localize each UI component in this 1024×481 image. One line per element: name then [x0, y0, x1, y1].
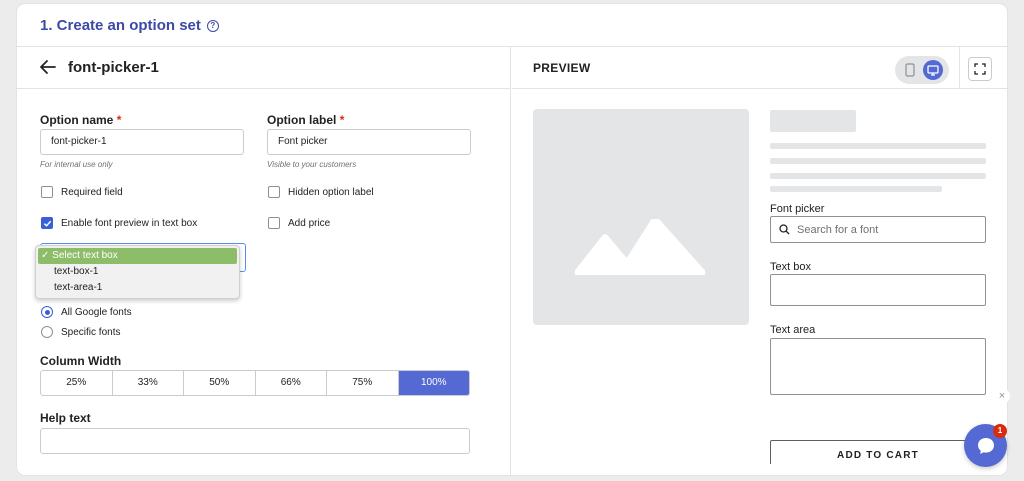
column-width-66[interactable]: 66% [256, 371, 327, 395]
font-picker-label: Font picker [770, 203, 825, 215]
text-box-input[interactable] [770, 274, 986, 306]
header-divider [959, 47, 960, 89]
preview-canvas: Font picker Search for a font Text box T… [512, 89, 1007, 464]
dropdown-option[interactable]: text-box-1 [38, 264, 237, 280]
text-skeleton [770, 143, 986, 149]
dropdown-option[interactable]: text-area-1 [38, 280, 237, 296]
help-text-input[interactable] [40, 428, 470, 454]
mobile-icon[interactable] [902, 62, 918, 78]
option-name-hint: For internal use only [40, 160, 113, 169]
text-skeleton [770, 158, 986, 164]
option-name-input[interactable]: font-picker-1 [40, 129, 244, 155]
option-label-hint: Visible to your customers [267, 160, 357, 169]
section-header: 1. Create an option set ? [17, 4, 1007, 47]
option-set-name: font-picker-1 [68, 59, 159, 76]
chat-close-icon[interactable]: × [994, 388, 1010, 404]
all-google-fonts-radio[interactable]: All Google fonts [41, 306, 132, 318]
hidden-option-label-checkbox[interactable]: Hidden option label [268, 186, 374, 198]
section-title: 1. Create an option set ? [40, 17, 219, 34]
device-toggle [895, 56, 949, 84]
column-width-33[interactable]: 33% [113, 371, 184, 395]
column-width-label: Column Width [40, 354, 122, 368]
font-search-input[interactable]: Search for a font [770, 216, 986, 243]
column-width-75[interactable]: 75% [327, 371, 399, 395]
option-label-input[interactable]: Font picker [267, 129, 471, 155]
required-field-checkbox[interactable]: Required field [41, 186, 123, 198]
checkbox-icon[interactable] [268, 186, 280, 198]
title-skeleton [770, 110, 856, 132]
add-to-cart-button[interactable]: ADD TO CART [770, 440, 986, 464]
specific-fonts-radio[interactable]: Specific fonts [41, 326, 120, 338]
preview-pane: PREVIEW Font picker Search for a font Te… [512, 47, 1007, 475]
checkbox-checked-icon[interactable] [41, 217, 53, 229]
product-image-placeholder [533, 109, 749, 325]
column-width-group: 25% 33% 50% 66% 75% 100% [40, 370, 470, 396]
fullscreen-icon[interactable] [968, 57, 992, 81]
chat-notification-badge: 1 [993, 424, 1007, 438]
editor-header: font-picker-1 [17, 47, 511, 89]
text-skeleton [770, 186, 942, 192]
text-box-label: Text box [770, 261, 811, 273]
option-name-label: Option name * [40, 113, 122, 127]
text-box-dropdown[interactable]: ✓ Select text box text-box-1 text-area-1 [35, 245, 240, 299]
chat-icon [977, 437, 994, 454]
section-title-text: 1. Create an option set [40, 17, 201, 34]
preview-title: PREVIEW [533, 61, 591, 75]
help-icon[interactable]: ? [206, 19, 219, 32]
text-skeleton [770, 173, 986, 179]
column-width-50[interactable]: 50% [184, 371, 256, 395]
option-label-label: Option label * [267, 113, 345, 127]
option-set-card: 1. Create an option set ? font-picker-1 … [17, 4, 1007, 475]
text-area-label: Text area [770, 324, 816, 336]
desktop-icon[interactable] [923, 60, 943, 80]
search-icon [779, 224, 790, 235]
dropdown-option-selected[interactable]: ✓ Select text box [38, 248, 237, 264]
add-price-checkbox[interactable]: Add price [268, 217, 330, 229]
checkbox-icon[interactable] [41, 186, 53, 198]
column-width-100[interactable]: 100% [398, 371, 469, 395]
editor-pane: font-picker-1 Option name * font-picker-… [17, 47, 511, 475]
column-width-25[interactable]: 25% [41, 371, 113, 395]
back-arrow-icon[interactable] [39, 57, 57, 77]
enable-font-preview-checkbox[interactable]: Enable font preview in text box [41, 217, 197, 229]
radio-icon[interactable] [41, 326, 53, 338]
preview-header: PREVIEW [512, 47, 1007, 89]
checkbox-icon[interactable] [268, 217, 280, 229]
image-icon [575, 219, 705, 275]
radio-selected-icon[interactable] [41, 306, 53, 318]
text-area-input[interactable] [770, 338, 986, 395]
help-text-label: Help text [40, 411, 91, 425]
